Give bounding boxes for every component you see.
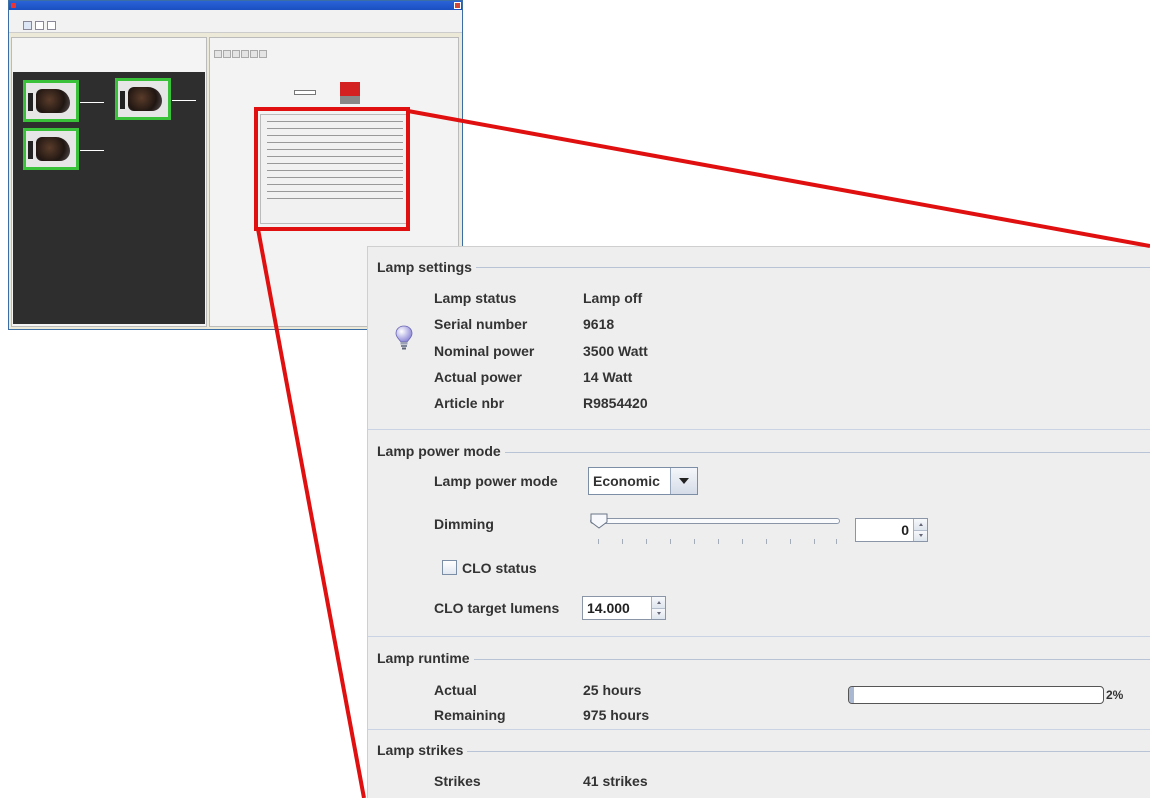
lamp-power-mode-label: Lamp power mode: [434, 473, 558, 489]
clo-status-checkbox[interactable]: [442, 560, 457, 575]
lamp-runtime-progress-bar: [848, 686, 1104, 704]
lightbulb-icon: [395, 325, 413, 350]
serial-number-value: 9618: [583, 316, 615, 332]
thumbnail-lamp-panel: [260, 114, 410, 224]
runtime-actual-label: Actual: [434, 682, 477, 698]
thumbnail-toolbar: [9, 18, 462, 33]
stage: Lamp settings Lamp status Lamp off Seria…: [0, 0, 1150, 798]
lamp-power-mode-dropdown[interactable]: Economic: [588, 467, 698, 495]
clo-target-increment-button[interactable]: [652, 597, 665, 609]
section-separator: [368, 729, 1150, 730]
clo-status-label: CLO status: [462, 560, 537, 576]
thumbnail-tabs: [214, 50, 267, 58]
thumbnail-logo: [340, 82, 360, 96]
thumbnail-projector-canvas: [13, 72, 205, 324]
thumbnail-menu-bar: [9, 10, 462, 18]
group-divider: [377, 659, 1150, 660]
strikes-label: Strikes: [434, 773, 481, 789]
lamp-runtime-title: Lamp runtime: [377, 650, 474, 666]
article-nbr-value: R9854420: [583, 395, 648, 411]
runtime-actual-value: 25 hours: [583, 682, 642, 698]
group-divider: [377, 267, 1150, 268]
nominal-power-value: 3500 Watt: [583, 343, 648, 359]
dimming-slider[interactable]: [590, 518, 840, 524]
runtime-remaining-label: Remaining: [434, 707, 506, 723]
projector-thumbnail: [115, 78, 196, 120]
article-nbr-label: Article nbr: [434, 395, 505, 411]
dimming-value[interactable]: 0: [856, 519, 913, 541]
clo-target-lumens-label: CLO target lumens: [434, 600, 560, 616]
lamp-power-mode-selected: Economic: [589, 468, 671, 494]
dimming-increment-button[interactable]: [914, 519, 927, 531]
lamp-status-value: Lamp off: [583, 290, 643, 306]
lamp-runtime-progress-fill: [849, 687, 855, 703]
lamp-runtime-progress-percent: 2%: [1106, 688, 1124, 702]
dimming-spinner[interactable]: 0: [855, 518, 928, 542]
serial-number-label: Serial number: [434, 316, 528, 332]
section-separator: [368, 429, 1150, 430]
dimming-slider-ticks: [598, 539, 838, 545]
zoom-line-top: [407, 109, 1150, 248]
lamp-power-mode-title: Lamp power mode: [377, 443, 505, 459]
lamp-settings-title: Lamp settings: [377, 259, 476, 275]
lamp-detail-panel: Lamp settings Lamp status Lamp off Seria…: [367, 246, 1150, 798]
section-separator: [368, 636, 1150, 637]
nominal-power-label: Nominal power: [434, 343, 535, 359]
runtime-remaining-value: 975 hours: [583, 707, 650, 723]
clo-target-lumens-value[interactable]: 14.000: [583, 597, 651, 619]
group-divider: [377, 751, 1150, 752]
actual-power-value: 14 Watt: [583, 369, 633, 385]
chevron-down-icon[interactable]: [671, 468, 697, 494]
clo-target-decrement-button[interactable]: [652, 608, 665, 619]
projector-thumbnail: [23, 80, 104, 122]
lamp-strikes-title: Lamp strikes: [377, 742, 468, 758]
thumbnail-configuration-pane: [11, 37, 207, 327]
thumbnail-logo-base: [340, 96, 360, 104]
actual-power-label: Actual power: [434, 369, 522, 385]
dimming-decrement-button[interactable]: [914, 530, 927, 541]
dimming-label: Dimming: [434, 516, 494, 532]
thumbnail-select: [294, 90, 316, 95]
strikes-value: 41 strikes: [583, 773, 648, 789]
lamp-status-label: Lamp status: [434, 290, 517, 306]
projector-thumbnail: [23, 128, 104, 170]
dimming-slider-thumb[interactable]: [589, 513, 609, 529]
clo-target-lumens-spinner[interactable]: 14.000: [582, 596, 666, 620]
thumbnail-title-bar: [9, 1, 462, 10]
